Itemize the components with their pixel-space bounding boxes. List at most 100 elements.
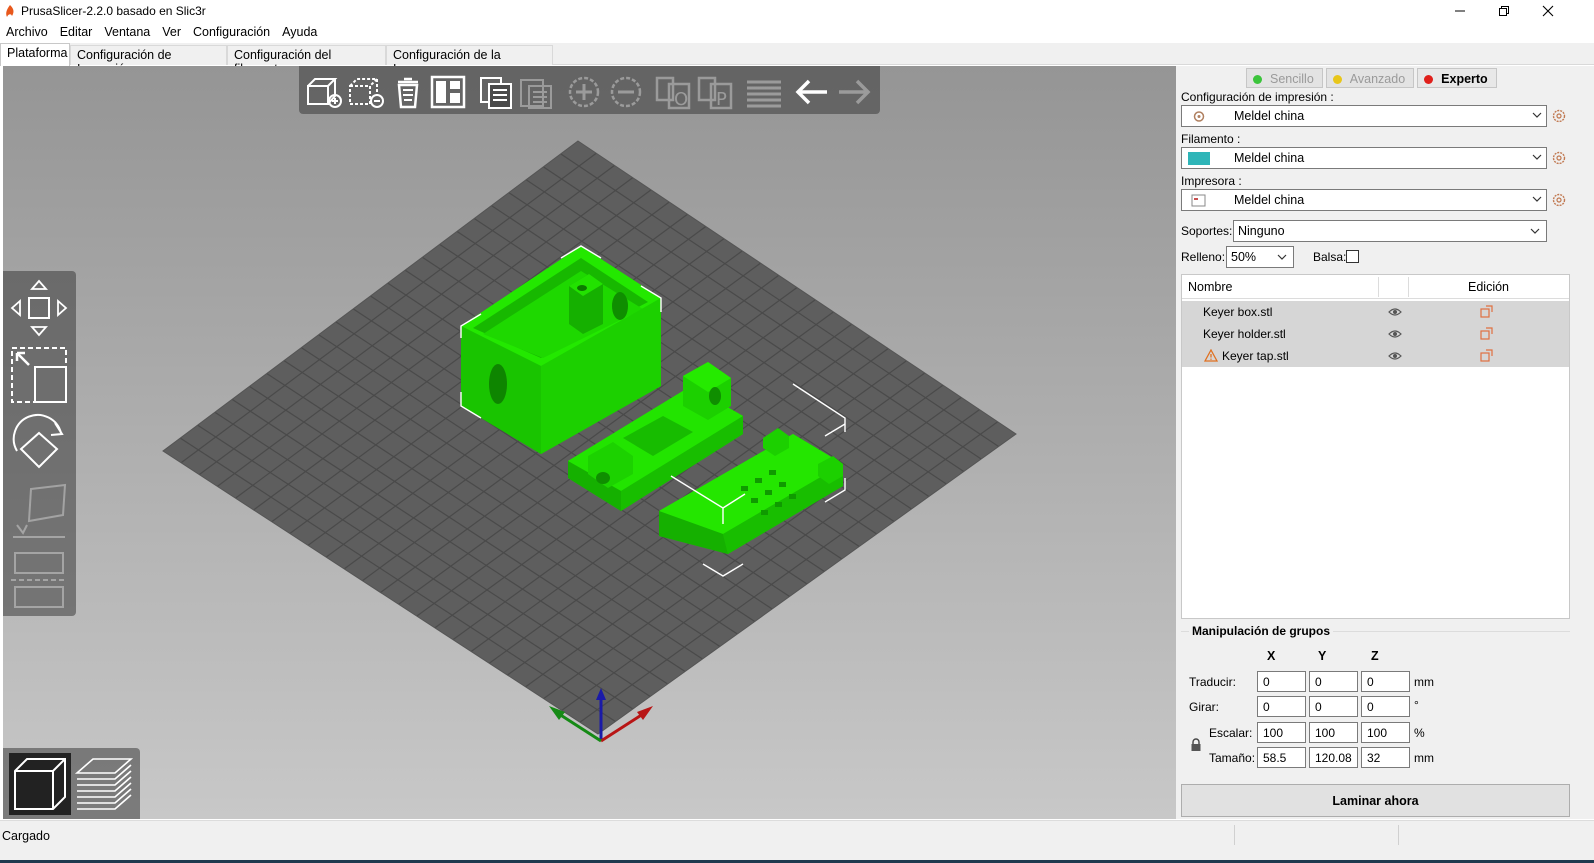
chevron-down-icon: [1277, 254, 1287, 260]
slice-now-button[interactable]: Laminar ahora: [1181, 784, 1570, 817]
group-manipulation: Manipulación de grupos X Y Z Traducir: 0…: [1181, 624, 1570, 777]
rotate-unit: °: [1414, 698, 1419, 712]
infill-select[interactable]: 50%: [1226, 246, 1294, 268]
print-preset-select[interactable]: Meldel china: [1181, 105, 1547, 127]
build-plate-scene[interactable]: [3, 66, 1176, 819]
filament-color-swatch[interactable]: [1188, 152, 1210, 165]
list-item[interactable]: Keyer holder.stl: [1182, 323, 1569, 345]
scale-x-field[interactable]: 100: [1257, 722, 1306, 743]
translate-x-field[interactable]: 0: [1257, 671, 1306, 692]
place-on-face-icon[interactable]: [9, 481, 69, 543]
sidebar-panel: Sencillo Avanzado Experto Configuración …: [1176, 66, 1594, 819]
edit-settings-icon[interactable]: [1480, 327, 1493, 340]
axis-z-label: Z: [1371, 649, 1379, 663]
gear-icon[interactable]: [1552, 109, 1566, 123]
translate-y-field[interactable]: 0: [1309, 671, 1358, 692]
layers-editing-icon[interactable]: [745, 74, 783, 110]
edit-settings-icon[interactable]: [1480, 349, 1493, 362]
size-x-field[interactable]: 58.5: [1257, 747, 1306, 768]
chevron-down-icon: [1532, 154, 1542, 160]
list-item[interactable]: Keyer tap.stl: [1182, 345, 1569, 367]
split-parts-icon[interactable]: P: [697, 74, 735, 110]
translate-z-field[interactable]: 0: [1361, 671, 1410, 692]
paste-icon[interactable]: [517, 74, 555, 110]
menu-bar: Archivo Editar Ventana Ver Configuración…: [0, 22, 1594, 42]
redo-icon[interactable]: [835, 74, 873, 110]
object-list-header: Nombre Edición: [1182, 275, 1569, 299]
manipulation-title: Manipulación de grupos: [1189, 624, 1334, 638]
title-bar: PrusaSlicer-2.2.0 basado en Slic3r: [0, 0, 1594, 22]
rotate-icon[interactable]: [9, 413, 69, 475]
mode-experto-button[interactable]: Experto: [1417, 68, 1497, 88]
left-gizmo-toolbar: [3, 271, 76, 616]
preview-layers-icon[interactable]: [73, 753, 135, 815]
arrange-icon[interactable]: [429, 74, 467, 110]
size-y-field[interactable]: 120.08: [1309, 747, 1358, 768]
minimize-button[interactable]: [1437, 0, 1483, 22]
add-icon[interactable]: [305, 74, 343, 110]
split-objects-icon[interactable]: O: [655, 74, 693, 110]
menu-ventana[interactable]: Ventana: [98, 22, 156, 42]
prusaslicer-logo-icon: [6, 5, 14, 17]
undo-icon[interactable]: [793, 74, 831, 110]
menu-ver[interactable]: Ver: [156, 22, 187, 42]
tab-filament-settings[interactable]: Configuración del filamento: [227, 45, 386, 76]
axis-y-label: Y: [1318, 649, 1327, 663]
eye-icon[interactable]: [1388, 350, 1402, 362]
column-edit[interactable]: Edición: [1468, 280, 1509, 294]
rotate-y-field[interactable]: 0: [1309, 696, 1358, 717]
window-title: PrusaSlicer-2.2.0 basado en Slic3r: [21, 4, 206, 18]
scale-z-field[interactable]: 100: [1361, 722, 1410, 743]
brim-label: Balsa:: [1313, 250, 1347, 264]
tab-print-settings[interactable]: Configuración de Impresión: [70, 45, 227, 76]
mode-avanzado-button[interactable]: Avanzado: [1325, 68, 1415, 88]
move-icon[interactable]: [9, 277, 69, 339]
supports-select[interactable]: Ninguno: [1233, 220, 1547, 242]
printer-preset-select[interactable]: Meldel china: [1181, 189, 1547, 211]
column-name[interactable]: Nombre: [1188, 280, 1232, 294]
scale-y-field[interactable]: 100: [1309, 722, 1358, 743]
remove-instance-icon[interactable]: [607, 74, 645, 110]
scale-unit: %: [1414, 726, 1425, 740]
rotate-z-field[interactable]: 0: [1361, 696, 1410, 717]
add-instance-icon[interactable]: [565, 74, 603, 110]
menu-archivo[interactable]: Archivo: [0, 22, 54, 42]
svg-text:P: P: [716, 89, 727, 110]
size-z-field[interactable]: 32: [1361, 747, 1410, 768]
eye-icon[interactable]: [1388, 328, 1402, 340]
list-item[interactable]: Keyer box.stl: [1182, 301, 1569, 323]
menu-editar[interactable]: Editar: [54, 22, 99, 42]
menu-configuracion[interactable]: Configuración: [187, 22, 276, 42]
eye-icon[interactable]: [1388, 306, 1402, 318]
tab-plataforma[interactable]: Plataforma: [0, 43, 70, 66]
close-button[interactable]: [1525, 0, 1571, 22]
copy-icon[interactable]: [477, 74, 515, 110]
close-icon: [1542, 5, 1554, 17]
lock-icon[interactable]: [1190, 738, 1202, 752]
menu-ayuda[interactable]: Ayuda: [276, 22, 323, 42]
gear-icon[interactable]: [1552, 151, 1566, 165]
rotate-label: Girar:: [1189, 700, 1219, 714]
restore-button[interactable]: [1481, 0, 1527, 22]
filament-preset-select[interactable]: Meldel china: [1181, 147, 1547, 169]
print-settings-label: Configuración de impresión :: [1181, 90, 1334, 104]
tab-printer-settings[interactable]: Configuración de la Impresora: [386, 45, 553, 76]
cut-icon[interactable]: [9, 549, 69, 611]
minimize-icon: [1455, 10, 1465, 12]
printer-icon: [1191, 194, 1206, 207]
printer-label: Impresora :: [1181, 174, 1242, 188]
delete-icon[interactable]: [347, 74, 385, 110]
3d-viewport[interactable]: O P: [3, 66, 1176, 819]
brim-checkbox[interactable]: [1346, 250, 1359, 263]
size-label: Tamaño:: [1209, 751, 1256, 765]
edit-settings-icon[interactable]: [1480, 305, 1493, 318]
mode-sencillo-button[interactable]: Sencillo: [1246, 68, 1323, 88]
3d-view-icon[interactable]: [9, 753, 71, 815]
chevron-down-icon: [1532, 196, 1542, 202]
axis-x-label: X: [1267, 649, 1276, 663]
delete-all-icon[interactable]: [389, 74, 427, 110]
gear-icon[interactable]: [1552, 193, 1566, 207]
scale-icon[interactable]: [9, 345, 69, 407]
status-text: Cargado: [2, 829, 50, 843]
rotate-x-field[interactable]: 0: [1257, 696, 1306, 717]
